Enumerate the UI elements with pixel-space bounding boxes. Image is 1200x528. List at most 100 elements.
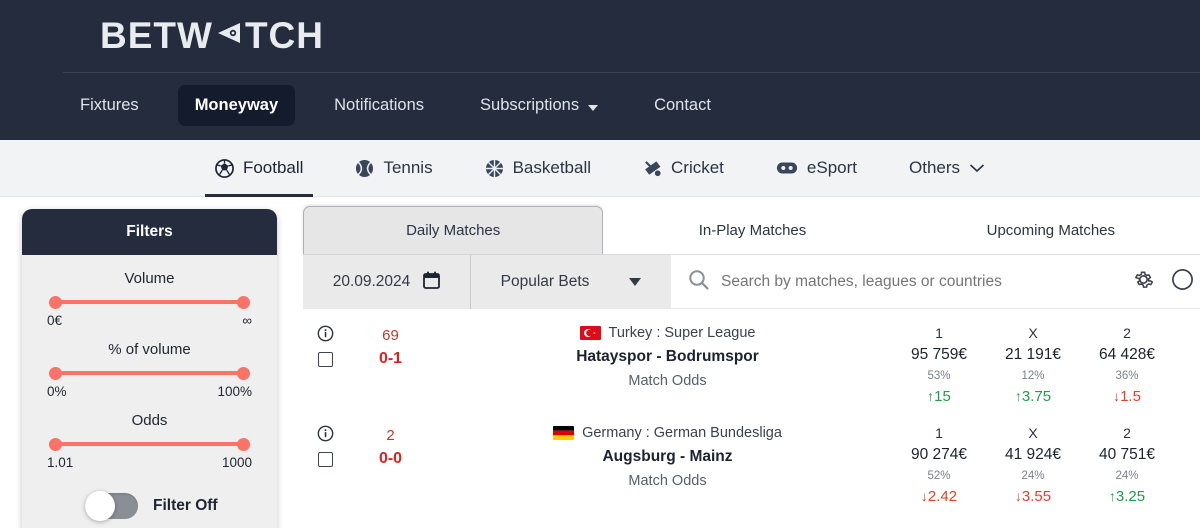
odds-column-draw[interactable]: X 21 191€ 12% ↑3.75 bbox=[986, 323, 1080, 408]
filter-toolbar: 20.09.2024 Popular Bets bbox=[303, 255, 1200, 309]
sport-tab-cricket[interactable]: Cricket bbox=[643, 140, 724, 197]
sport-tab-others[interactable]: Others bbox=[909, 140, 985, 197]
match-list: 69 0-1 Turkey : Super League Hatayspor -… bbox=[303, 309, 1200, 509]
tennis-icon bbox=[355, 159, 374, 178]
main-nav: Fixtures Moneyway Notifications Subscrip… bbox=[0, 72, 1200, 139]
filters-title: Filters bbox=[22, 209, 277, 255]
odds-value: ↑3.75 bbox=[1014, 388, 1052, 405]
date-picker[interactable]: 20.09.2024 bbox=[303, 255, 471, 309]
tab-daily-matches[interactable]: Daily Matches bbox=[303, 206, 604, 254]
slider-knob-max[interactable] bbox=[237, 438, 250, 451]
match-teams: Hatayspor - Bodrumspor bbox=[576, 348, 759, 365]
match-time-score: 2 0-0 bbox=[338, 419, 443, 471]
odds-column-away[interactable]: 2 64 428€ 36% ↓1.5 bbox=[1080, 323, 1174, 408]
search-bar[interactable] bbox=[671, 255, 1122, 309]
nav-label: Notifications bbox=[334, 96, 425, 114]
odds-column-home[interactable]: 1 90 274€ 52% ↓2.42 bbox=[892, 423, 986, 508]
help-circle-icon[interactable] bbox=[1171, 268, 1194, 296]
sport-tab-esport[interactable]: eSport bbox=[776, 140, 857, 197]
sport-tab-basketball[interactable]: Basketball bbox=[485, 140, 591, 197]
odds-percent: 24% bbox=[1021, 470, 1045, 482]
bets-select[interactable]: Popular Bets bbox=[471, 255, 671, 309]
chevron-down-icon bbox=[588, 104, 599, 111]
nav-item-contact[interactable]: Contact bbox=[637, 85, 728, 126]
odds-header: 1 bbox=[935, 425, 943, 441]
odds-max-value: 1000 bbox=[221, 455, 252, 470]
league-name: Turkey : Super League bbox=[608, 325, 756, 341]
percent-volume-slider[interactable] bbox=[49, 367, 250, 380]
odds-column-home[interactable]: 1 95 759€ 53% ↑15 bbox=[892, 323, 986, 408]
search-input[interactable] bbox=[721, 272, 1122, 291]
filters-panel: Filters Volume 0€ ∞ % of volume 0% 100% … bbox=[22, 209, 277, 528]
logo-text-right: TCH bbox=[244, 15, 324, 56]
volume-slider[interactable] bbox=[49, 296, 250, 309]
site-logo[interactable]: BETW TCH bbox=[100, 15, 324, 57]
slider-knob-max[interactable] bbox=[237, 367, 250, 380]
nav-label: Fixtures bbox=[80, 96, 139, 114]
odds-volume: 90 274€ bbox=[910, 446, 968, 463]
odds-number: 15 bbox=[934, 388, 951, 405]
slider-knob-min[interactable] bbox=[49, 438, 62, 451]
football-icon bbox=[215, 158, 234, 178]
sport-tab-tennis[interactable]: Tennis bbox=[355, 140, 433, 197]
match-market: Match Odds bbox=[628, 473, 707, 489]
sport-label: Tennis bbox=[383, 158, 433, 177]
odds-column-away[interactable]: 2 40 751€ 24% ↑3.25 bbox=[1080, 423, 1174, 508]
table-row[interactable]: 2 0-0 Germany : German Bundesliga Augsbu… bbox=[303, 409, 1200, 509]
filter-toggle[interactable] bbox=[85, 491, 138, 521]
slider-knob-max[interactable] bbox=[237, 296, 250, 309]
odds-volume: 95 759€ bbox=[910, 346, 968, 363]
sport-tab-football[interactable]: Football bbox=[204, 140, 314, 197]
nav-item-notifications[interactable]: Notifications bbox=[317, 85, 441, 126]
odds-value: ↓1.5 bbox=[1113, 388, 1141, 405]
tab-in-play-matches[interactable]: In-Play Matches bbox=[603, 206, 902, 254]
odds-slider[interactable] bbox=[49, 438, 250, 451]
odds-percent: 52% bbox=[927, 470, 951, 482]
nav-item-moneyway[interactable]: Moneyway bbox=[177, 85, 296, 126]
turkey-flag bbox=[579, 326, 601, 340]
basketball-icon bbox=[485, 159, 504, 178]
slider-knob-min[interactable] bbox=[49, 296, 62, 309]
site-header: BETW TCH Fixtures Moneyway Notifications … bbox=[0, 0, 1200, 140]
nav-item-fixtures[interactable]: Fixtures bbox=[63, 85, 156, 126]
match-minute: 69 bbox=[382, 327, 399, 344]
tab-label: Upcoming Matches bbox=[986, 221, 1116, 239]
filter-toggle-row: Filter Off bbox=[47, 483, 252, 523]
row-controls bbox=[303, 319, 338, 367]
logo-wrapper: BETW TCH bbox=[0, 0, 1200, 72]
filter-label-percent-volume: % of volume bbox=[108, 341, 191, 358]
sport-label: eSport bbox=[806, 158, 858, 177]
odds-volume: 40 751€ bbox=[1098, 446, 1156, 463]
slider-knob-min[interactable] bbox=[49, 367, 62, 380]
odds-volume: 64 428€ bbox=[1098, 346, 1156, 363]
sport-label: Football bbox=[242, 158, 304, 177]
cricket-icon bbox=[643, 159, 662, 178]
sport-label: Others bbox=[909, 158, 961, 177]
search-icon bbox=[688, 269, 709, 295]
percent-volume-slider-values: 0% 100% bbox=[47, 384, 252, 399]
checkbox-icon[interactable] bbox=[318, 352, 333, 367]
nav-item-subscriptions[interactable]: Subscriptions bbox=[463, 85, 615, 126]
info-icon[interactable] bbox=[317, 425, 334, 447]
tab-label: Daily Matches bbox=[406, 222, 501, 239]
filters-body: Volume 0€ ∞ % of volume 0% 100% Odds 1.0… bbox=[22, 255, 277, 528]
tab-upcoming-matches[interactable]: Upcoming Matches bbox=[901, 206, 1200, 254]
table-row[interactable]: 69 0-1 Turkey : Super League Hatayspor -… bbox=[303, 309, 1200, 409]
gear-icon[interactable] bbox=[1132, 268, 1155, 296]
match-score: 0-0 bbox=[378, 450, 403, 467]
eye-arrow-icon bbox=[214, 15, 244, 57]
odds-column-draw[interactable]: X 41 924€ 24% ↓3.55 bbox=[986, 423, 1080, 508]
sport-label: Cricket bbox=[671, 158, 724, 177]
odds-number: 3.25 bbox=[1115, 488, 1146, 505]
info-icon[interactable] bbox=[317, 325, 334, 347]
odds-number: 2.42 bbox=[927, 488, 958, 505]
gamepad-icon bbox=[776, 160, 798, 176]
odds-number: 3.75 bbox=[1021, 388, 1052, 405]
nav-label: Contact bbox=[654, 96, 711, 114]
germany-flag bbox=[553, 426, 575, 440]
calendar-icon bbox=[423, 271, 441, 294]
page-body: Filters Volume 0€ ∞ % of volume 0% 100% … bbox=[0, 197, 1200, 528]
odds-header: 2 bbox=[1123, 325, 1131, 341]
checkbox-icon[interactable] bbox=[318, 452, 333, 467]
match-odds: 1 90 274€ 52% ↓2.42 X 41 924€ 24% ↓3.55 … bbox=[892, 419, 1200, 508]
